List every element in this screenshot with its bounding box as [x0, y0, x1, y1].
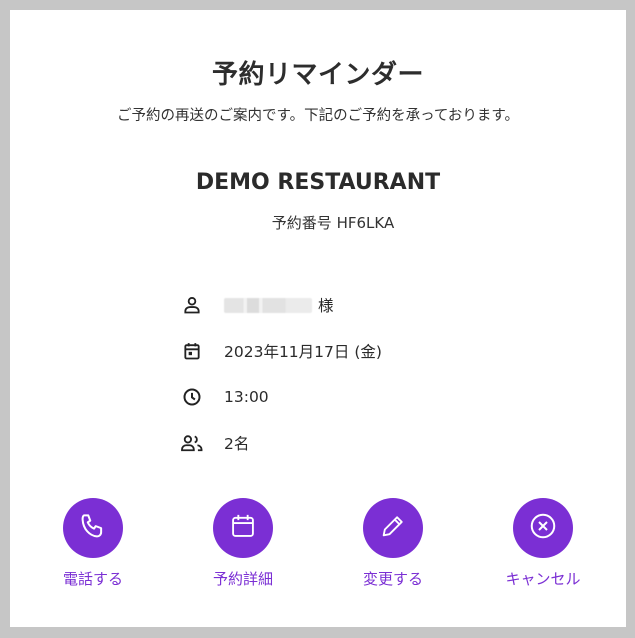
reservation-date: 2023年11月17日 (金)	[224, 343, 382, 361]
change-button-label[interactable]: 変更する	[338, 568, 448, 589]
restaurant-name: DEMO RESTAURANT	[195, 170, 441, 195]
change-button-circle[interactable]	[363, 498, 423, 558]
detail-date: 2023年11月17日 (金)	[180, 328, 480, 374]
reservation-number: 予約番号 HF6LKA	[10, 212, 626, 233]
cancel-button-circle[interactable]	[513, 498, 573, 558]
people-icon	[180, 431, 204, 455]
person-icon	[180, 293, 204, 317]
cancel-button-label[interactable]: キャンセル	[488, 568, 598, 589]
reminder-message: ご予約の再送のご案内です。下記のご予約を承っております。	[117, 108, 519, 124]
redacted-guest-name	[224, 298, 312, 313]
calendar-icon	[180, 339, 204, 363]
phone-icon	[78, 511, 108, 545]
detail-button-circle[interactable]	[213, 498, 273, 558]
reservation-time: 13:00	[224, 388, 269, 406]
reservation-details: 様 2023年11月17日 (金) 13:00 2名	[180, 282, 480, 466]
reminder-card: 予約リマインダー ご予約の再送のご案内です。下記のご予約を承っております。 DE…	[10, 10, 626, 627]
clock-icon	[180, 385, 204, 409]
guest-name: 様	[224, 294, 334, 316]
change-button[interactable]: 変更する	[338, 498, 448, 589]
reservation-detail-button[interactable]: 予約詳細	[188, 498, 298, 589]
detail-guest: 様	[180, 282, 480, 328]
call-button-circle[interactable]	[63, 498, 123, 558]
page-title: 予約リマインダー	[211, 60, 424, 90]
cancel-button[interactable]: キャンセル	[488, 498, 598, 589]
detail-time: 13:00	[180, 374, 480, 420]
action-bar: 電話する 予約詳細 変更する キャンセル	[10, 498, 626, 598]
detail-party: 2名	[180, 420, 480, 466]
guest-honorific: 様	[318, 297, 334, 315]
pencil-icon	[379, 512, 407, 544]
close-circle-icon	[528, 511, 558, 545]
reservation-number-label: 予約番号	[271, 214, 332, 232]
calendar-icon	[229, 512, 257, 544]
call-button-label[interactable]: 電話する	[38, 568, 148, 589]
reservation-number-value: HF6LKA	[336, 214, 395, 232]
detail-button-label[interactable]: 予約詳細	[188, 568, 298, 589]
party-size: 2名	[224, 435, 250, 453]
call-button[interactable]: 電話する	[38, 498, 148, 589]
